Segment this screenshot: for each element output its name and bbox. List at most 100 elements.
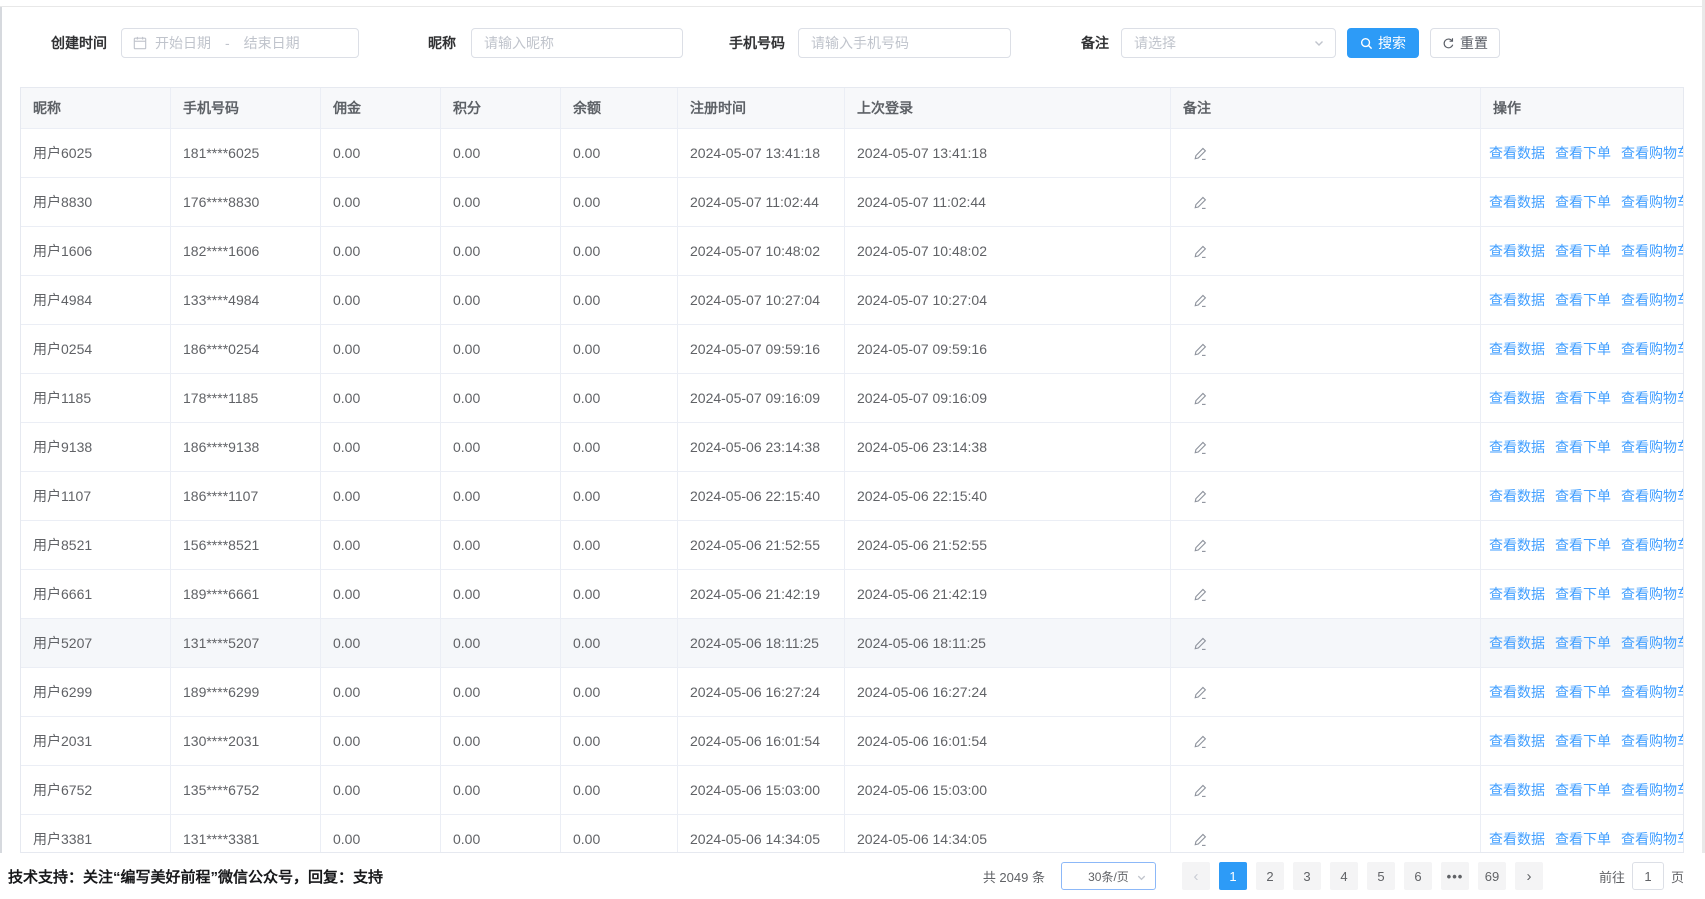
view-cart-link[interactable]: 查看购物车 [1621,388,1684,408]
view-data-link[interactable]: 查看数据 [1489,388,1545,408]
view-cart-link[interactable]: 查看购物车 [1621,535,1684,555]
cell-phone: 176****8830 [171,178,321,226]
view-data-link[interactable]: 查看数据 [1489,780,1545,800]
view-orders-link[interactable]: 查看下单 [1555,339,1611,359]
cell-points: 0.00 [441,325,561,373]
cell-points: 0.00 [441,276,561,324]
view-cart-link[interactable]: 查看购物车 [1621,633,1684,653]
cell-balance: 0.00 [561,815,678,853]
next-page-button[interactable]: › [1515,862,1543,890]
view-data-link[interactable]: 查看数据 [1489,241,1545,261]
view-orders-link[interactable]: 查看下单 [1555,437,1611,457]
view-orders-link[interactable]: 查看下单 [1555,388,1611,408]
view-data-link[interactable]: 查看数据 [1489,290,1545,310]
cell-remark [1171,619,1481,667]
view-data-link[interactable]: 查看数据 [1489,486,1545,506]
cell-points: 0.00 [441,178,561,226]
view-orders-link[interactable]: 查看下单 [1555,486,1611,506]
view-cart-link[interactable]: 查看购物车 [1621,486,1684,506]
view-cart-link[interactable]: 查看购物车 [1621,682,1684,702]
view-cart-link[interactable]: 查看购物车 [1621,437,1684,457]
view-orders-link[interactable]: 查看下单 [1555,633,1611,653]
col-header-last-login: 上次登录 [845,88,1171,128]
col-header-points: 积分 [441,88,561,128]
edit-remark-icon[interactable] [1193,440,1208,455]
page-button-4[interactable]: 4 [1330,862,1358,890]
view-data-link[interactable]: 查看数据 [1489,584,1545,604]
search-button[interactable]: 搜索 [1347,28,1419,58]
view-data-link[interactable]: 查看数据 [1489,829,1545,849]
date-range-picker[interactable]: 开始日期 - 结束日期 [121,28,359,58]
view-data-link[interactable]: 查看数据 [1489,339,1545,359]
view-orders-link[interactable]: 查看下单 [1555,584,1611,604]
view-cart-link[interactable]: 查看购物车 [1621,241,1684,261]
cell-registered: 2024-05-06 22:15:40 [678,472,845,520]
edit-remark-icon[interactable] [1193,195,1208,210]
edit-remark-icon[interactable] [1193,538,1208,553]
edit-remark-icon[interactable] [1193,734,1208,749]
edit-remark-icon[interactable] [1193,587,1208,602]
view-data-link[interactable]: 查看数据 [1489,192,1545,212]
page-button-1[interactable]: 1 [1219,862,1247,890]
goto-page-input[interactable] [1632,862,1664,890]
phone-input[interactable] [798,28,1011,58]
view-data-link[interactable]: 查看数据 [1489,437,1545,457]
view-cart-link[interactable]: 查看购物车 [1621,290,1684,310]
page-button-5[interactable]: 5 [1367,862,1395,890]
page-size-select[interactable]: 30条/页 [1061,862,1156,890]
view-orders-link[interactable]: 查看下单 [1555,192,1611,212]
edit-remark-icon[interactable] [1193,489,1208,504]
cell-remark [1171,276,1481,324]
edit-remark-icon[interactable] [1193,342,1208,357]
refresh-icon [1442,37,1455,50]
end-date-placeholder: 结束日期 [244,33,300,53]
page-button-3[interactable]: 3 [1293,862,1321,890]
view-orders-link[interactable]: 查看下单 [1555,731,1611,751]
remark-label: 备注 [1081,33,1109,53]
more-pages-button[interactable]: ••• [1441,862,1469,890]
table-row: 用户8830 176****8830 0.00 0.00 0.00 2024-0… [21,178,1683,227]
cell-remark [1171,374,1481,422]
view-cart-link[interactable]: 查看购物车 [1621,339,1684,359]
view-orders-link[interactable]: 查看下单 [1555,535,1611,555]
view-orders-link[interactable]: 查看下单 [1555,143,1611,163]
view-cart-link[interactable]: 查看购物车 [1621,780,1684,800]
remark-select[interactable]: 请选择 [1121,28,1336,58]
cell-commission: 0.00 [321,619,441,667]
edit-remark-icon[interactable] [1193,244,1208,259]
view-data-link[interactable]: 查看数据 [1489,143,1545,163]
view-data-link[interactable]: 查看数据 [1489,633,1545,653]
page-button-6[interactable]: 6 [1404,862,1432,890]
edit-remark-icon[interactable] [1193,636,1208,651]
cell-phone: 156****8521 [171,521,321,569]
view-data-link[interactable]: 查看数据 [1489,535,1545,555]
view-cart-link[interactable]: 查看购物车 [1621,731,1684,751]
view-cart-link[interactable]: 查看购物车 [1621,143,1684,163]
edit-remark-icon[interactable] [1193,293,1208,308]
view-cart-link[interactable]: 查看购物车 [1621,829,1684,849]
edit-remark-icon[interactable] [1193,391,1208,406]
view-data-link[interactable]: 查看数据 [1489,731,1545,751]
page-button-69[interactable]: 69 [1478,862,1506,890]
cell-remark [1171,227,1481,275]
nickname-input[interactable] [471,28,683,58]
view-orders-link[interactable]: 查看下单 [1555,682,1611,702]
view-cart-link[interactable]: 查看购物车 [1621,584,1684,604]
edit-remark-icon[interactable] [1193,146,1208,161]
view-data-link[interactable]: 查看数据 [1489,682,1545,702]
view-orders-link[interactable]: 查看下单 [1555,829,1611,849]
page-button-2[interactable]: 2 [1256,862,1284,890]
view-cart-link[interactable]: 查看购物车 [1621,192,1684,212]
top-divider [0,6,1705,7]
edit-remark-icon[interactable] [1193,832,1208,847]
edit-remark-icon[interactable] [1193,685,1208,700]
cell-actions: 查看数据 查看下单 查看购物车 [1481,521,1684,569]
prev-page-button[interactable]: ‹ [1182,862,1210,890]
view-orders-link[interactable]: 查看下单 [1555,290,1611,310]
view-orders-link[interactable]: 查看下单 [1555,241,1611,261]
edit-remark-icon[interactable] [1193,783,1208,798]
view-orders-link[interactable]: 查看下单 [1555,780,1611,800]
cell-commission: 0.00 [321,423,441,471]
cell-last-login: 2024-05-06 14:34:05 [845,815,1171,853]
reset-button[interactable]: 重置 [1430,28,1500,58]
